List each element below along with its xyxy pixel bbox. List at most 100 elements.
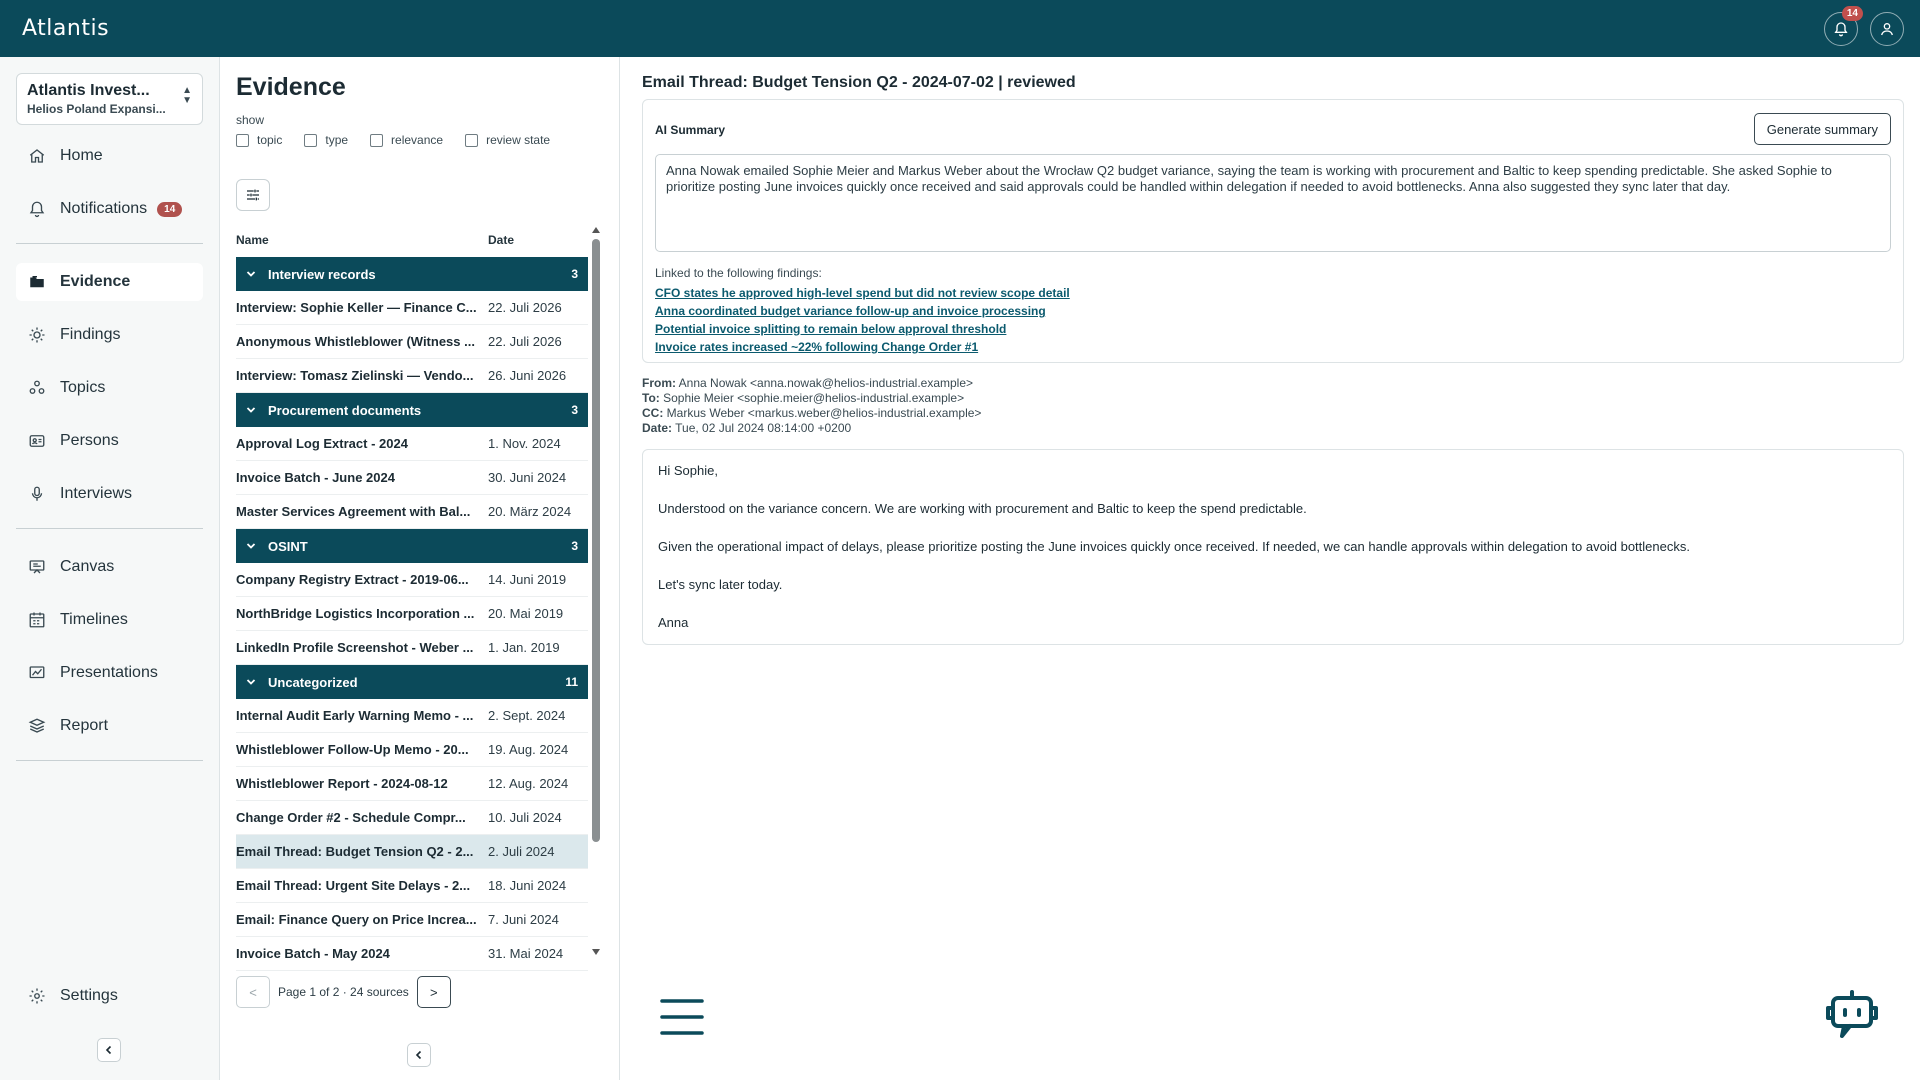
workspace-selector[interactable]: Atlantis Invest... Helios Poland Expansi… <box>16 73 203 125</box>
sidebar-item-label: Timelines <box>60 611 128 628</box>
sidebar-item-findings[interactable]: Findings <box>16 316 203 354</box>
list-scrollbar[interactable] <box>591 227 601 955</box>
table-row[interactable]: Internal Audit Early Warning Memo - ... 2… <box>236 699 588 733</box>
nav-divider <box>16 243 203 244</box>
row-date: 20. Mai 2019 <box>488 606 564 621</box>
group-header[interactable]: Procurement documents 3 <box>236 393 588 427</box>
summary-textarea[interactable]: Anna Nowak emailed Sophie Meier and Mark… <box>655 154 1891 252</box>
ai-summary-label: AI Summary <box>655 123 726 137</box>
evidence-panel: Evidence show topic type relevance revie… <box>220 57 620 1080</box>
top-bar: Atlantis 14 <box>0 0 1920 57</box>
sidebar: Atlantis Invest... Helios Poland Expansi… <box>0 57 220 1080</box>
user-menu-button[interactable] <box>1870 11 1904 46</box>
filter-settings-button[interactable] <box>236 179 270 211</box>
sidebar-item-home[interactable]: Home <box>16 137 203 175</box>
sidebar-item-report[interactable]: Report <box>16 707 203 745</box>
settings-icon <box>29 988 45 1004</box>
table-row[interactable]: Interview: Sophie Keller — Finance C... 2… <box>236 291 588 325</box>
prev-page-button[interactable]: < <box>236 976 270 1008</box>
table-row[interactable]: Email Thread: Budget Tension Q2 - 2... 2.… <box>236 835 588 869</box>
assistant-chat-button[interactable] <box>1824 986 1880 1042</box>
table-row[interactable]: Change Order #2 - Schedule Compr... 10. J… <box>236 801 588 835</box>
sidebar-item-evidence[interactable]: Evidence <box>16 263 203 301</box>
checkbox[interactable] <box>465 133 479 147</box>
notifications-button[interactable]: 14 <box>1824 5 1863 46</box>
table-row[interactable]: Anonymous Whistleblower (Witness ... 22. … <box>236 325 588 359</box>
sidebar-collapse-button[interactable] <box>97 1038 121 1062</box>
table-row[interactable]: Master Services Agreement with Bal... 20.… <box>236 495 588 529</box>
sidebar-item-label: Topics <box>60 379 106 396</box>
table-row[interactable]: Company Registry Extract - 2019-06... 14.… <box>236 563 588 597</box>
group-count: 3 <box>571 403 578 417</box>
workspace-toggle-icon: ▲ ▼ <box>182 85 192 106</box>
show-label: show <box>236 113 265 127</box>
checkbox[interactable] <box>304 133 318 147</box>
nav-divider <box>16 760 203 761</box>
table-row[interactable]: LinkedIn Profile Screenshot - Weber ... 1… <box>236 631 588 665</box>
row-date: 1. Nov. 2024 <box>488 436 561 451</box>
next-page-button[interactable]: > <box>416 976 451 1008</box>
sidebar-item-topics[interactable]: Topics <box>16 369 203 407</box>
email-headers: From: Anna Nowak <anna.nowak@helios-indu… <box>642 376 981 436</box>
sidebar-item-canvas[interactable]: Canvas <box>16 548 203 586</box>
linked-finding-link[interactable]: Anna coordinated budget variance follow-… <box>655 302 1070 320</box>
group-header[interactable]: OSINT 3 <box>236 529 588 563</box>
filter-topic[interactable]: topic <box>236 133 282 147</box>
filter-relevance[interactable]: relevance <box>370 133 443 147</box>
sidebar-item-presentations[interactable]: Presentations <box>16 654 203 692</box>
row-name: Anonymous Whistleblower (Witness ... <box>236 334 475 349</box>
row-name: Whistleblower Report - 2024-08-12 <box>236 776 448 791</box>
list-header: Name Date <box>236 233 588 247</box>
filter-type[interactable]: type <box>304 133 348 147</box>
table-row[interactable]: NorthBridge Logistics Incorporation ... 2… <box>236 597 588 631</box>
row-date: 1. Jan. 2019 <box>488 640 560 655</box>
table-row[interactable]: Invoice Batch - May 2024 31. Mai 2024 <box>236 937 588 971</box>
interviews-icon <box>31 486 43 501</box>
email-date: Date: Tue, 02 Jul 2024 08:14:00 +0200 <box>642 421 852 435</box>
group-label: OSINT <box>268 538 308 554</box>
group-count: 11 <box>565 675 578 689</box>
email-paragraph: Understood on the variance concern. We a… <box>658 501 1307 516</box>
evidence-panel-collapse-button[interactable] <box>407 1043 431 1067</box>
scroll-up-arrow[interactable] <box>592 227 600 233</box>
email-body: Hi Sophie, Understood on the variance co… <box>642 449 1904 645</box>
row-name: Invoice Batch - June 2024 <box>236 470 395 485</box>
workspace-subtitle: Helios Poland Expansi... <box>27 102 166 116</box>
linked-finding-link[interactable]: CFO states he approved high-level spend … <box>655 284 1070 302</box>
linked-finding-link[interactable]: Invoice rates increased ~22% following C… <box>655 338 1070 356</box>
email-from: From: Anna Nowak <anna.nowak@helios-indu… <box>642 376 974 390</box>
email-paragraph: Anna <box>658 615 689 630</box>
group-header[interactable]: Interview records 3 <box>236 257 588 291</box>
table-row[interactable]: Approval Log Extract - 2024 1. Nov. 2024 <box>236 427 588 461</box>
sidebar-item-persons[interactable]: Persons <box>16 422 203 460</box>
row-name: Change Order #2 - Schedule Compr... <box>236 810 466 825</box>
table-row[interactable]: Email: Finance Query on Price Increa... 7… <box>236 903 588 937</box>
filter-review-state[interactable]: review state <box>465 133 550 147</box>
sidebar-item-settings[interactable]: Settings <box>16 977 203 1015</box>
sidebar-item-interviews[interactable]: Interviews <box>16 475 203 513</box>
table-row[interactable]: Invoice Batch - June 2024 30. Juni 2024 <box>236 461 588 495</box>
sidebar-item-notifications[interactable]: Notifications 14 <box>16 190 203 228</box>
table-row[interactable]: Whistleblower Follow-Up Memo - 20... 19. … <box>236 733 588 767</box>
table-row[interactable]: Interview: Tomasz Zielinski — Vendo... 26… <box>236 359 588 393</box>
scrollbar-thumb[interactable] <box>592 239 600 842</box>
scroll-down-arrow[interactable] <box>592 949 600 955</box>
pagination: < Page 1 of 2 · 24 sources > <box>236 976 451 1008</box>
column-date-header[interactable]: Date <box>488 233 514 247</box>
workspace-name: Atlantis Invest... <box>27 82 150 99</box>
checkbox[interactable] <box>236 133 249 147</box>
group-header[interactable]: Uncategorized 11 <box>236 665 588 699</box>
column-name-header[interactable]: Name <box>236 233 269 247</box>
app-logo[interactable]: Atlantis <box>22 16 109 41</box>
row-date: 2. Juli 2024 <box>488 844 555 859</box>
chevron-left-icon <box>105 1045 112 1055</box>
table-row[interactable]: Whistleblower Report - 2024-08-12 12. Aug… <box>236 767 588 801</box>
report-icon <box>28 718 46 733</box>
sidebar-item-timelines[interactable]: Timelines <box>16 601 203 639</box>
table-row[interactable]: Email Thread: Urgent Site Delays - 2... 1… <box>236 869 588 903</box>
generate-summary-button[interactable]: Generate summary <box>1753 113 1891 145</box>
chevron-left-icon <box>415 1050 422 1060</box>
menu-button[interactable] <box>659 997 705 1037</box>
linked-finding-link[interactable]: Potential invoice splitting to remain be… <box>655 320 1070 338</box>
checkbox[interactable] <box>370 133 384 147</box>
